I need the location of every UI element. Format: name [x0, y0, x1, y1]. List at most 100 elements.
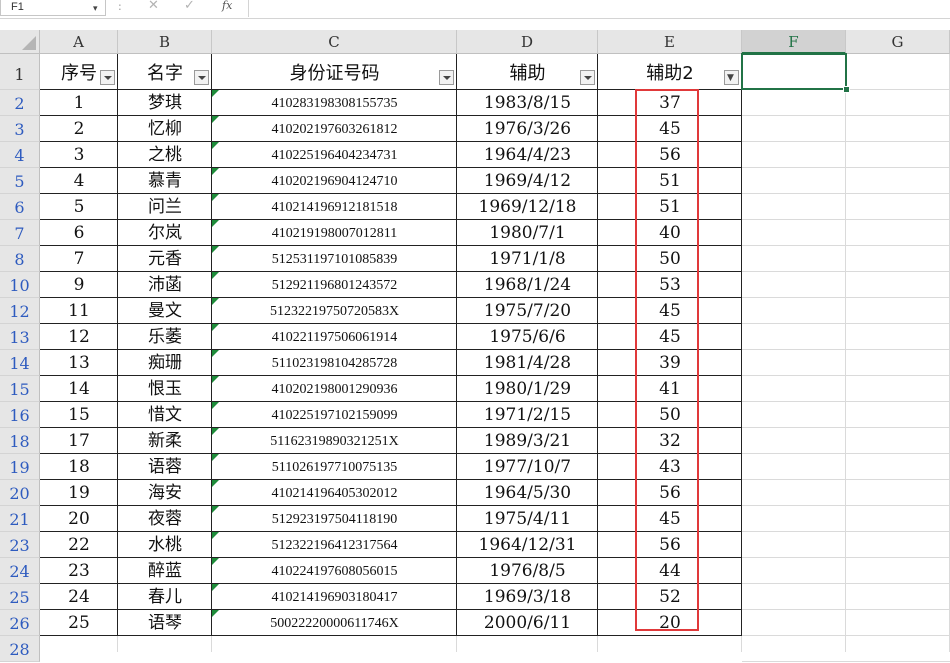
cell-name[interactable]: 梦琪: [118, 90, 212, 116]
cell-date[interactable]: 1969/4/12: [457, 168, 598, 194]
row-header-1[interactable]: 1: [0, 54, 40, 90]
row-header-18[interactable]: 18: [0, 428, 40, 454]
cell-date[interactable]: 2000/6/11: [457, 610, 598, 636]
cell-name[interactable]: 醉蓝: [118, 558, 212, 584]
cell-date[interactable]: 1975/6/6: [457, 324, 598, 350]
row-header-23[interactable]: 23: [0, 532, 40, 558]
row-header-24[interactable]: 24: [0, 558, 40, 584]
column-header-g[interactable]: G: [846, 30, 950, 54]
column-header-c[interactable]: C: [212, 30, 457, 54]
row-header-5[interactable]: 5: [0, 168, 40, 194]
cell-seq[interactable]: 18: [40, 454, 118, 480]
cell-seq[interactable]: 6: [40, 220, 118, 246]
column-header-d[interactable]: D: [457, 30, 598, 54]
row-header-16[interactable]: 16: [0, 402, 40, 428]
selected-cell-f1[interactable]: [741, 53, 847, 90]
row-header-4[interactable]: 4: [0, 142, 40, 168]
cell-id-number[interactable]: 410224197608056015: [212, 558, 457, 584]
cell-date[interactable]: 1976/8/5: [457, 558, 598, 584]
filter-dropdown-button[interactable]: [194, 70, 209, 85]
cell-seq[interactable]: 14: [40, 376, 118, 402]
cell-id-number[interactable]: 410202197603261812: [212, 116, 457, 142]
cell-id-number[interactable]: 410283198308155735: [212, 90, 457, 116]
cell-seq[interactable]: 19: [40, 480, 118, 506]
cell-id-number[interactable]: 51232219750720583X: [212, 298, 457, 324]
cell-seq[interactable]: 4: [40, 168, 118, 194]
row-header-26[interactable]: 26: [0, 610, 40, 636]
cell-id-number[interactable]: 410214196405302012: [212, 480, 457, 506]
cancel-icon[interactable]: ✕: [148, 0, 159, 13]
header-cell-d[interactable]: 辅助: [457, 54, 598, 90]
row-header-10[interactable]: 10: [0, 272, 40, 298]
header-cell-c[interactable]: 身份证号码: [212, 54, 457, 90]
cell-id-number[interactable]: 410221197506061914: [212, 324, 457, 350]
cell-date[interactable]: 1964/5/30: [457, 480, 598, 506]
row-header-8[interactable]: 8: [0, 246, 40, 272]
cell-seq[interactable]: 7: [40, 246, 118, 272]
cell-id-number[interactable]: 410214196912181518: [212, 194, 457, 220]
cell-date[interactable]: 1977/10/7: [457, 454, 598, 480]
cell-seq[interactable]: 1: [40, 90, 118, 116]
cell-date[interactable]: 1969/3/18: [457, 584, 598, 610]
cell-name[interactable]: 春儿: [118, 584, 212, 610]
column-header-f[interactable]: F: [742, 30, 846, 54]
row-header-13[interactable]: 13: [0, 324, 40, 350]
cell-date[interactable]: 1971/2/15: [457, 402, 598, 428]
filter-dropdown-button[interactable]: [100, 70, 115, 85]
row-header-20[interactable]: 20: [0, 480, 40, 506]
cell-name[interactable]: 问兰: [118, 194, 212, 220]
cell-id-number[interactable]: 512921196801243572: [212, 272, 457, 298]
cell-seq[interactable]: 12: [40, 324, 118, 350]
cell-seq[interactable]: 24: [40, 584, 118, 610]
column-header-b[interactable]: B: [118, 30, 212, 54]
cell-name[interactable]: 新柔: [118, 428, 212, 454]
cell-id-number[interactable]: 512531197101085839: [212, 246, 457, 272]
cell-date[interactable]: 1969/12/18: [457, 194, 598, 220]
filter-dropdown-button[interactable]: [580, 70, 595, 85]
row-header-28[interactable]: 28: [0, 636, 40, 662]
cell-id-number[interactable]: 512923197504118190: [212, 506, 457, 532]
insert-function-icon[interactable]: fx: [222, 0, 232, 12]
cell-name[interactable]: 沛菡: [118, 272, 212, 298]
cell-id-number[interactable]: 50022220000611746X: [212, 610, 457, 636]
cell-name[interactable]: 慕青: [118, 168, 212, 194]
formula-input[interactable]: [248, 0, 950, 17]
cell-id-number[interactable]: 410202196904124710: [212, 168, 457, 194]
cell-id-number[interactable]: 51162319890321251X: [212, 428, 457, 454]
cell-date[interactable]: 1968/1/24: [457, 272, 598, 298]
cell-seq[interactable]: 22: [40, 532, 118, 558]
cell-seq[interactable]: 17: [40, 428, 118, 454]
cell-date[interactable]: 1971/1/8: [457, 246, 598, 272]
row-header-21[interactable]: 21: [0, 506, 40, 532]
cell-id-number[interactable]: 410225197102159099: [212, 402, 457, 428]
row-header-12[interactable]: 12: [0, 298, 40, 324]
cell-name[interactable]: 语琴: [118, 610, 212, 636]
cell-date[interactable]: 1981/4/28: [457, 350, 598, 376]
header-cell-e[interactable]: 辅助2: [598, 54, 742, 90]
cell-id-number[interactable]: 410225196404234731: [212, 142, 457, 168]
cell-date[interactable]: 1980/7/1: [457, 220, 598, 246]
row-header-14[interactable]: 14: [0, 350, 40, 376]
row-header-25[interactable]: 25: [0, 584, 40, 610]
cell-seq[interactable]: 2: [40, 116, 118, 142]
select-all-button[interactable]: [0, 30, 40, 54]
row-header-3[interactable]: 3: [0, 116, 40, 142]
name-box[interactable]: F1 ▾: [0, 0, 106, 16]
check-icon[interactable]: ✓: [184, 0, 195, 13]
row-header-6[interactable]: 6: [0, 194, 40, 220]
column-header-e[interactable]: E: [598, 30, 742, 54]
cell-seq[interactable]: 15: [40, 402, 118, 428]
cell-seq[interactable]: 25: [40, 610, 118, 636]
cell-date[interactable]: 1976/3/26: [457, 116, 598, 142]
cell-name[interactable]: 尔岚: [118, 220, 212, 246]
cell-id-number[interactable]: 512322196412317564: [212, 532, 457, 558]
cell-seq[interactable]: 11: [40, 298, 118, 324]
row-header-7[interactable]: 7: [0, 220, 40, 246]
cell-id-number[interactable]: 410202198001290936: [212, 376, 457, 402]
cell-name[interactable]: 元香: [118, 246, 212, 272]
cell-seq[interactable]: 9: [40, 272, 118, 298]
chevron-down-icon[interactable]: ▾: [93, 2, 98, 16]
filter-dropdown-button[interactable]: [439, 70, 454, 85]
cell-id-number[interactable]: 410219198007012811: [212, 220, 457, 246]
cell-seq[interactable]: 20: [40, 506, 118, 532]
